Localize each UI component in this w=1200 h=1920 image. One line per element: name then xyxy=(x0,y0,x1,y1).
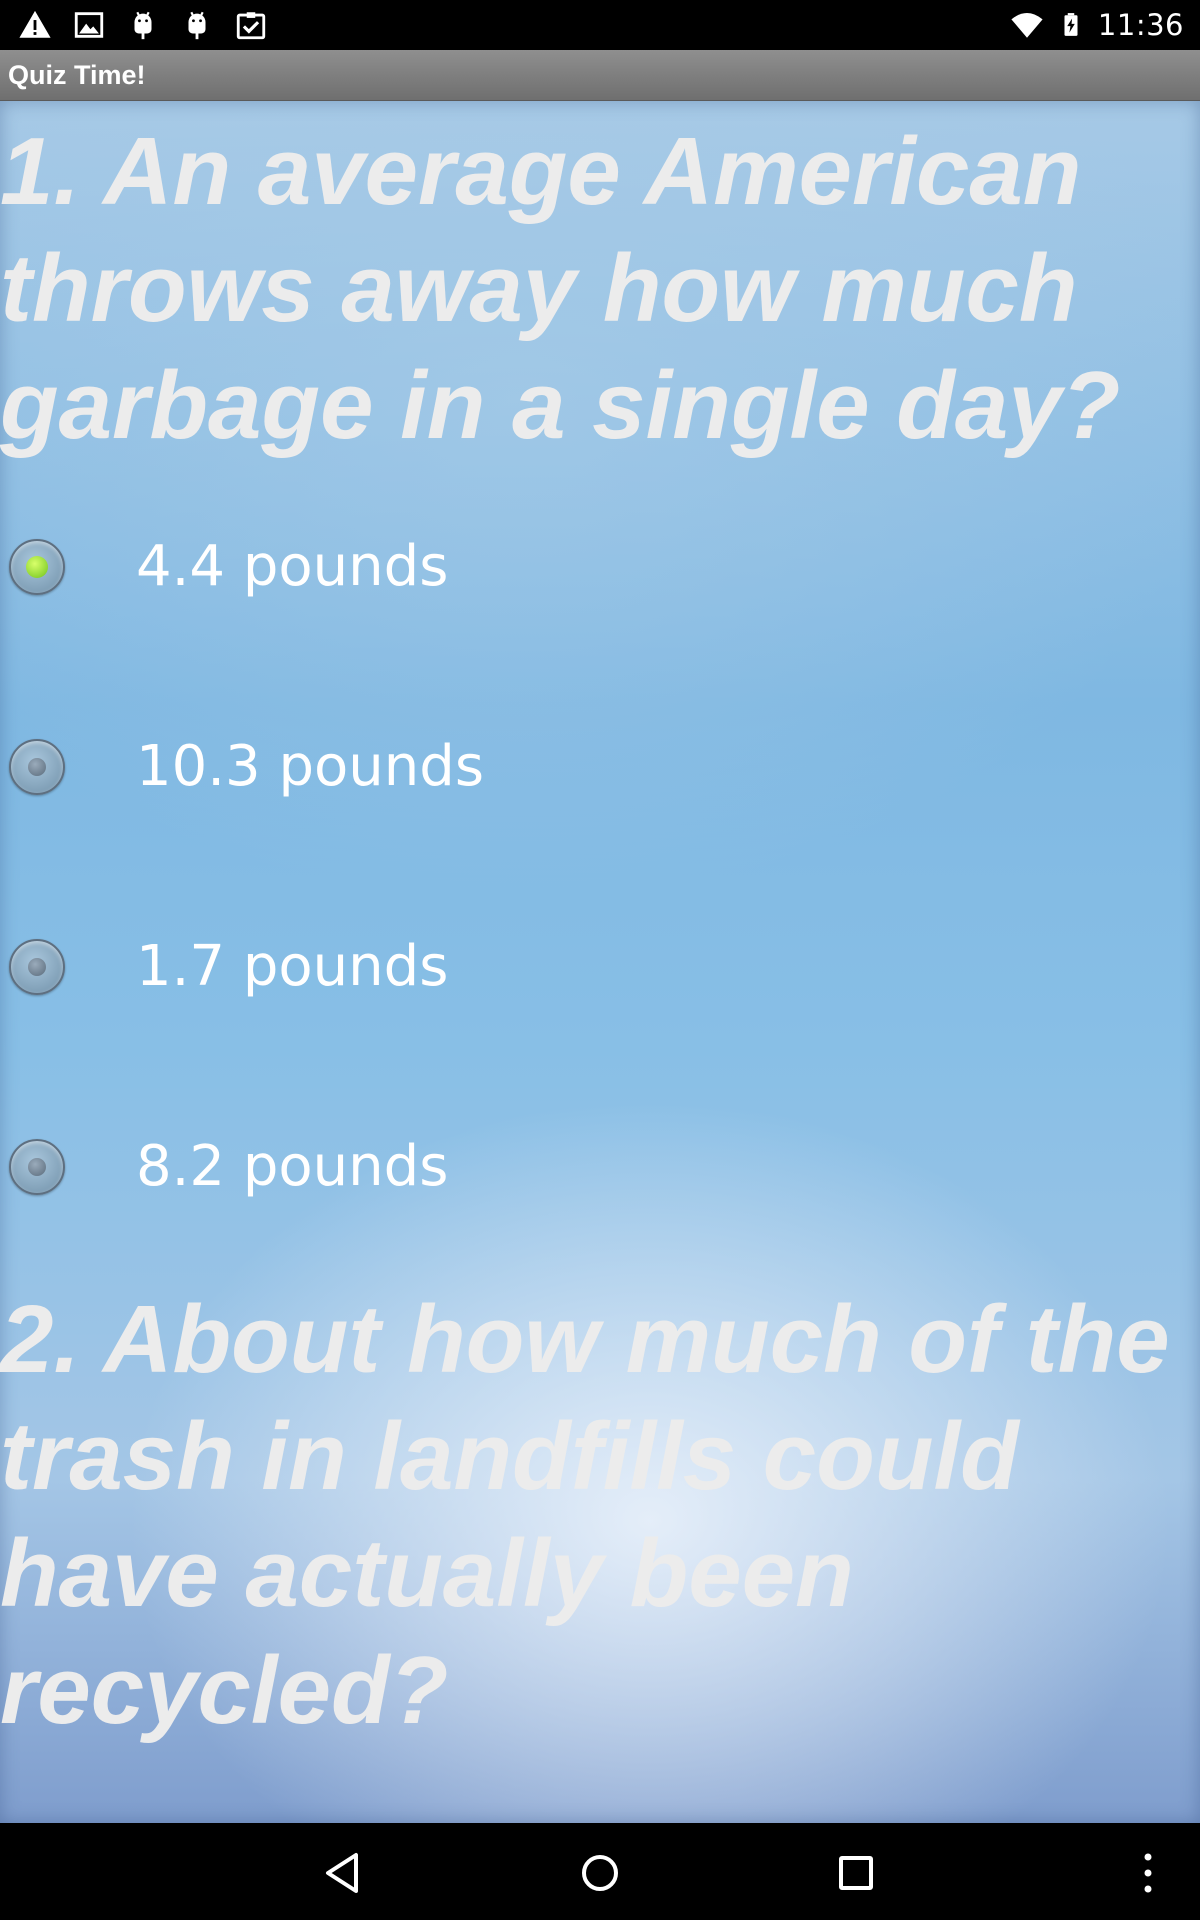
answer-option-1[interactable]: 4.4 pounds xyxy=(0,508,1200,628)
question-1-text: 1. An average American throws away how m… xyxy=(0,118,1121,459)
navigation-bar xyxy=(0,1823,1200,1920)
notification-icons xyxy=(18,8,268,42)
answer-option-label[interactable]: 4.4 pounds xyxy=(136,534,448,599)
answer-option-4[interactable]: 8.2 pounds xyxy=(0,1108,1200,1228)
image-icon xyxy=(74,12,104,38)
radio-dot xyxy=(28,758,46,776)
wifi-icon xyxy=(1011,12,1043,38)
android-icon xyxy=(134,11,152,40)
system-indicators: 11:36 xyxy=(1010,0,1184,50)
radio-dot xyxy=(28,958,46,976)
radio-button-selected[interactable] xyxy=(9,539,65,595)
radio-dot xyxy=(28,1158,46,1176)
clipboard-check-icon xyxy=(236,12,266,40)
app-title: Quiz Time! xyxy=(8,60,146,90)
quiz-content[interactable]: 1. An average American throws away how m… xyxy=(0,101,1200,1823)
status-bar: 11:36 xyxy=(0,0,1200,50)
radio-button[interactable] xyxy=(9,739,65,795)
answer-option-label[interactable]: 10.3 pounds xyxy=(136,734,484,799)
overflow-menu-icon[interactable] xyxy=(1116,1841,1180,1905)
question-2-text: 2. About how much of the trash in landfi… xyxy=(0,1286,1170,1744)
answer-option-label[interactable]: 8.2 pounds xyxy=(136,1134,448,1199)
warning-icon xyxy=(19,10,51,38)
app-title-bar: Quiz Time! xyxy=(0,50,1200,101)
clock: 11:36 xyxy=(1097,8,1184,42)
answer-option-3[interactable]: 1.7 pounds xyxy=(0,908,1200,1028)
answer-option-label[interactable]: 1.7 pounds xyxy=(136,934,448,999)
recents-icon[interactable] xyxy=(824,1841,888,1905)
radio-dot xyxy=(26,556,48,578)
android-icon xyxy=(188,11,206,40)
battery-charging-icon xyxy=(1064,13,1078,36)
radio-button[interactable] xyxy=(9,1139,65,1195)
radio-button[interactable] xyxy=(9,939,65,995)
back-icon[interactable] xyxy=(312,1841,376,1905)
home-icon[interactable] xyxy=(568,1841,632,1905)
answer-option-2[interactable]: 10.3 pounds xyxy=(0,708,1200,828)
